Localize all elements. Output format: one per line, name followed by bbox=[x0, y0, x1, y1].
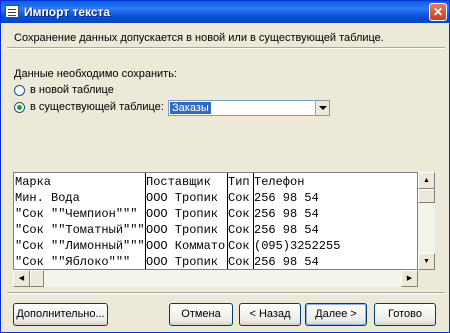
table-cell: ООО Коммато bbox=[146, 239, 226, 253]
header-cell: Тип bbox=[228, 175, 250, 189]
table-row: "Сок ""Томатный""" ООО Тропик Сок 256 98… bbox=[14, 222, 417, 238]
horizontal-scrollbar[interactable]: ◀ ▶ bbox=[13, 270, 418, 287]
table-cell: ООО Тропик bbox=[146, 207, 219, 221]
table-icon bbox=[5, 5, 19, 18]
column-divider[interactable] bbox=[253, 173, 254, 269]
next-button[interactable]: Далее > bbox=[305, 303, 367, 326]
divider-bottom bbox=[7, 292, 445, 294]
cancel-button[interactable]: Отмена bbox=[169, 303, 233, 326]
arrow-up-icon[interactable]: ▲ bbox=[418, 172, 435, 189]
table-row: "Сок ""Чемпион""" ООО Тропик Сок 256 98 … bbox=[14, 206, 417, 222]
table-row: "Сок ""Яблоко""" ООО Тропик Сок 256 98 5… bbox=[14, 254, 417, 269]
radio-new-table-label[interactable]: в новой таблице bbox=[30, 84, 114, 96]
table-cell: 256 98 54 bbox=[254, 191, 319, 205]
table-cell: Сок bbox=[228, 223, 250, 237]
table-cell: Мин. Вода bbox=[15, 191, 80, 205]
table-cell: "Сок ""Лимонный""" bbox=[15, 239, 145, 253]
back-button[interactable]: < Назад bbox=[239, 303, 301, 326]
table-cell: 256 98 54 bbox=[254, 255, 319, 269]
table-row: "Сок ""Лимонный""" ООО Коммато Сок (095)… bbox=[14, 238, 417, 254]
vertical-scroll-thumb[interactable] bbox=[418, 189, 435, 203]
advanced-button[interactable]: Дополнительно... bbox=[13, 303, 108, 326]
arrow-left-icon[interactable]: ◀ bbox=[13, 270, 30, 287]
table-cell: "Сок ""Яблоко""" bbox=[15, 255, 131, 269]
table-cell: Сок bbox=[228, 191, 250, 205]
table-row: Мин. Вода ООО Тропик Сок 256 98 54 bbox=[14, 190, 417, 206]
table-cell: Сок bbox=[228, 207, 250, 221]
column-divider[interactable] bbox=[145, 173, 146, 269]
save-section-label: Данные необходимо сохранить: bbox=[14, 68, 177, 80]
table-cell: 256 98 54 bbox=[254, 207, 319, 221]
divider-top bbox=[7, 47, 445, 49]
radio-existing-table-label[interactable]: в существующей таблице: bbox=[30, 101, 164, 113]
header-row: Марка Поставщик Тип Телефон bbox=[14, 174, 417, 190]
header-cell: Поставщик bbox=[146, 175, 211, 189]
table-cell: ООО Тропик bbox=[146, 191, 219, 205]
title-bar: Импорт текста ✕ bbox=[1, 1, 449, 23]
table-cell: "Сок ""Томатный""" bbox=[15, 223, 145, 237]
table-cell: Сок bbox=[228, 255, 250, 269]
window-title: Импорт текста bbox=[24, 5, 111, 19]
horizontal-scroll-thumb[interactable] bbox=[30, 270, 44, 287]
arrow-down-icon[interactable]: ▼ bbox=[418, 253, 435, 270]
table-cell: (095)3252255 bbox=[254, 239, 341, 253]
table-cell: Сок bbox=[228, 239, 250, 253]
vertical-scrollbar[interactable]: ▲ ▼ bbox=[418, 172, 435, 270]
finish-button[interactable]: Готово bbox=[374, 303, 436, 326]
chevron-down-icon[interactable] bbox=[315, 101, 329, 115]
table-cell: ООО Тропик bbox=[146, 223, 219, 237]
radio-new-table[interactable] bbox=[14, 85, 25, 96]
close-button[interactable]: ✕ bbox=[429, 3, 447, 21]
arrow-right-icon[interactable]: ▶ bbox=[401, 270, 418, 287]
table-select[interactable]: Заказы bbox=[168, 100, 330, 116]
table-cell: "Сок ""Чемпион""" bbox=[15, 207, 138, 221]
table-cell: 256 98 54 bbox=[254, 223, 319, 237]
table-cell: ООО Тропик bbox=[146, 255, 219, 269]
data-preview-grid[interactable]: Марка Поставщик Тип Телефон Мин. Вода ОО… bbox=[13, 172, 418, 270]
column-divider[interactable] bbox=[227, 173, 228, 269]
description-text: Сохранение данных допускается в новой ил… bbox=[14, 32, 384, 44]
header-cell: Телефон bbox=[254, 175, 305, 189]
import-text-dialog: Импорт текста ✕ Сохранение данных допуск… bbox=[0, 0, 450, 333]
scroll-corner bbox=[418, 270, 435, 287]
table-select-value: Заказы bbox=[170, 102, 211, 114]
header-cell: Марка bbox=[15, 175, 52, 189]
radio-existing-table[interactable] bbox=[14, 102, 25, 113]
